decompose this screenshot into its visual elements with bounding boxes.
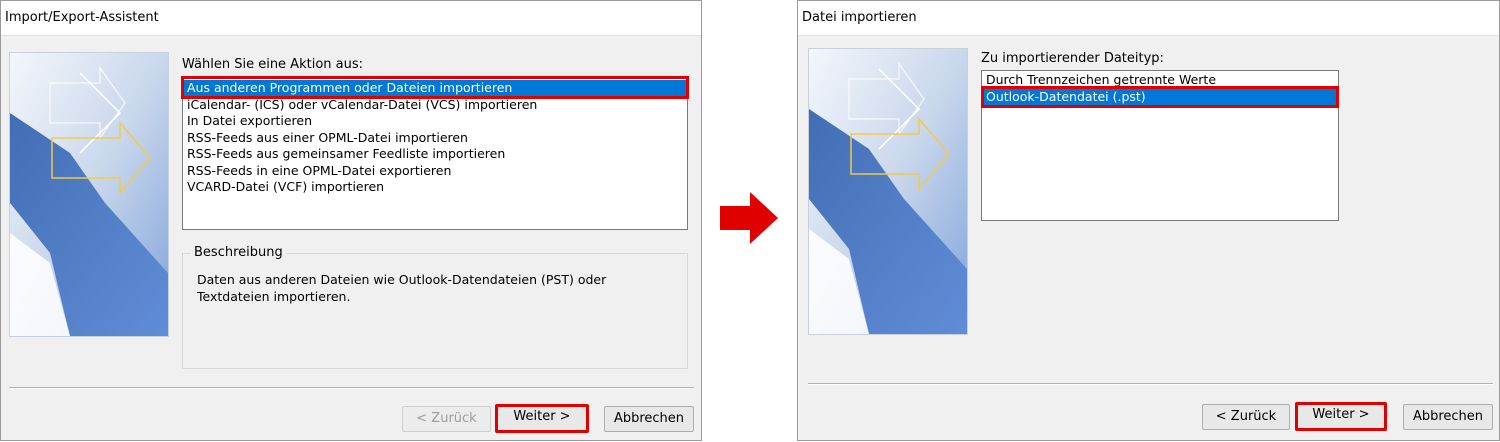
list-item[interactable]: RSS-Feeds aus gemeinsamer Feedliste impo… [183,146,687,163]
description-group: Beschreibung Daten aus anderen Dateien w… [182,245,688,369]
right-arrow-icon [720,192,778,244]
list-item[interactable]: Aus anderen Programmen oder Dateien impo… [183,80,687,97]
wizard-artwork [10,53,168,336]
list-item[interactable]: RSS-Feeds in eine OPML-Datei exportieren [183,163,687,180]
action-prompt-label: Wählen Sie eine Aktion aus: [182,57,363,72]
list-item[interactable]: Durch Trennzeichen getrennte Werte [982,72,1338,89]
list-item[interactable]: In Datei exportieren [183,113,687,130]
list-item[interactable]: RSS-Feeds aus einer OPML-Datei importier… [183,130,687,147]
action-listbox[interactable]: Aus anderen Programmen oder Dateien impo… [182,77,688,230]
back-button[interactable]: < Zurück [402,406,491,432]
next-button[interactable]: Weiter > [495,404,589,433]
wizard-side-image [808,48,968,335]
list-item[interactable]: VCARD-Datei (VCF) importieren [183,179,687,196]
button-separator [808,383,1493,385]
description-text: Daten aus anderen Dateien wie Outlook-Da… [197,272,607,304]
import-export-wizard-dialog: Import/Export-Assistent Wählen Sie eine … [0,0,702,441]
file-type-prompt-label: Zu importierender Dateityp: [981,51,1164,66]
list-item[interactable]: Outlook-Datendatei (.pst) [982,88,1338,105]
title-bar: Datei importieren [798,1,1499,36]
next-button[interactable]: Weiter > [1295,402,1387,431]
list-item[interactable]: iCalendar- (ICS) oder vCalendar-Datei (V… [183,97,687,114]
dialog-title: Datei importieren [802,10,917,25]
import-file-dialog: Datei importieren Zu importierender Date… [797,0,1500,441]
button-separator [9,387,694,389]
description-title: Beschreibung [191,245,286,260]
back-button[interactable]: < Zurück [1202,404,1290,430]
cancel-button[interactable]: Abbrechen [604,406,694,432]
file-type-listbox[interactable]: Durch Trennzeichen getrennte Werte Outlo… [981,70,1339,221]
dialog-title: Import/Export-Assistent [5,10,159,25]
cancel-button[interactable]: Abbrechen [1403,404,1493,430]
title-bar: Import/Export-Assistent [1,1,701,36]
wizard-side-image [9,52,169,337]
wizard-artwork [809,49,967,334]
